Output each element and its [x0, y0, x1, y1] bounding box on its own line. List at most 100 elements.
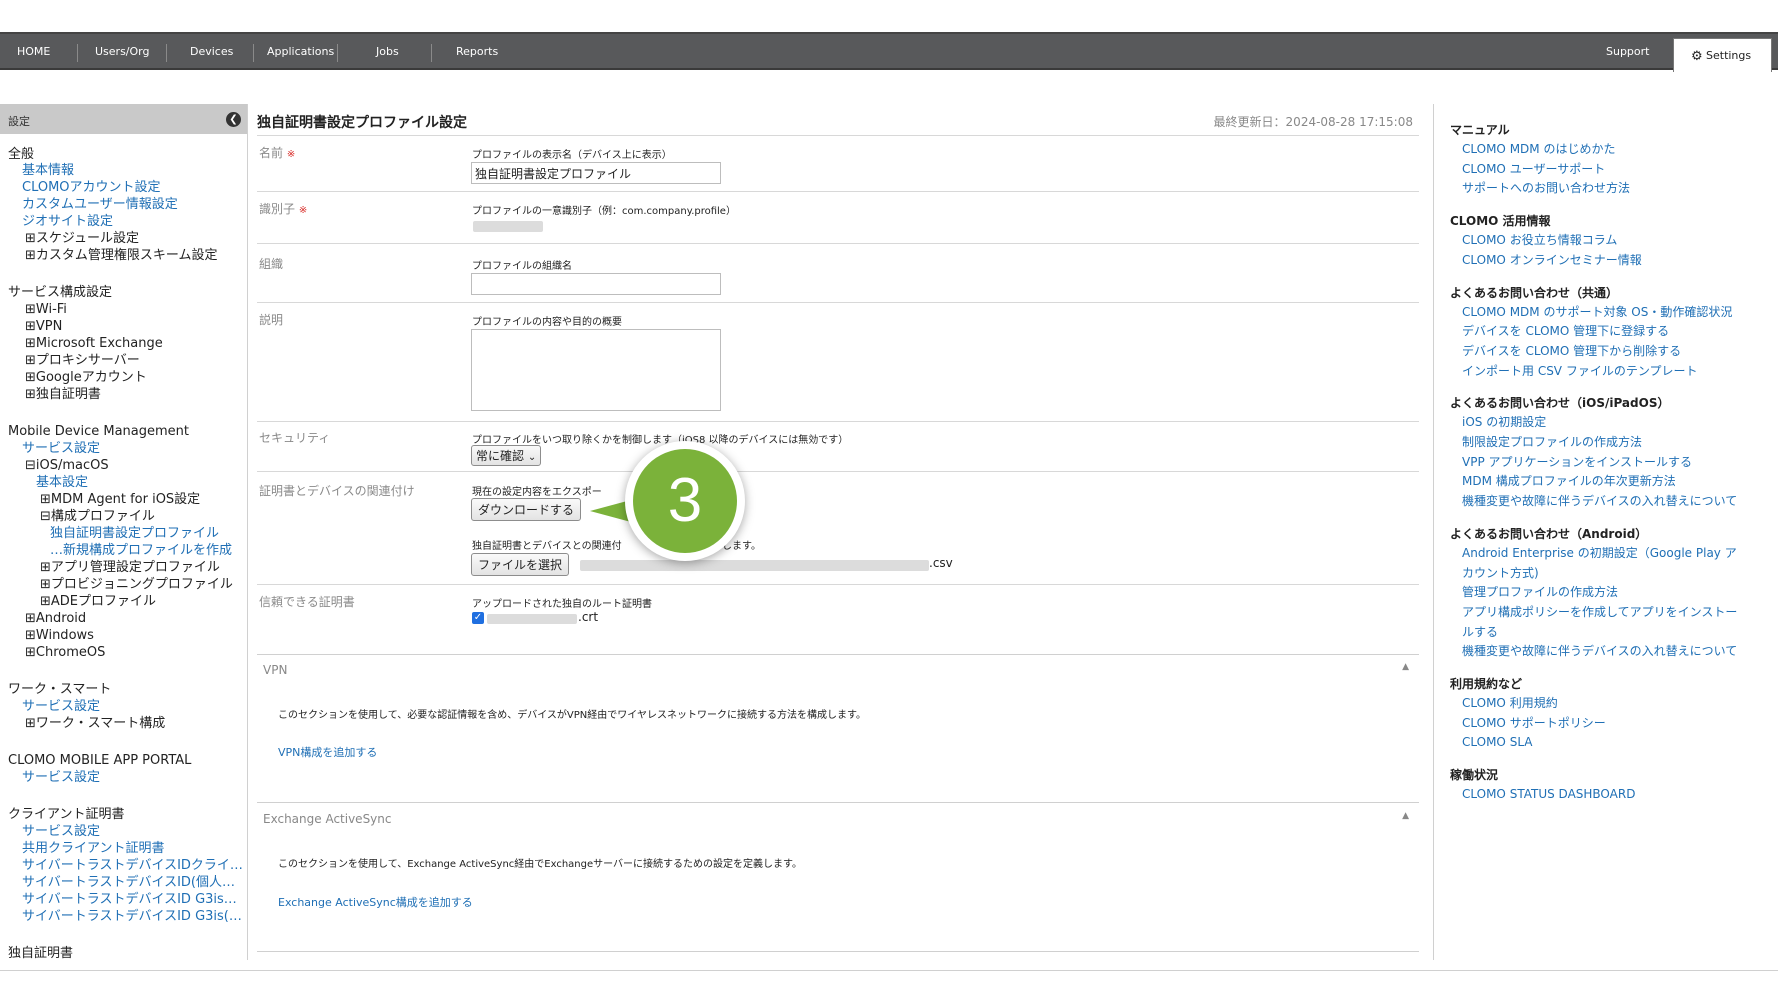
help-link[interactable]: CLOMO MDM のサポート対象 OS・動作確認状況: [1462, 304, 1732, 321]
nav-jobs[interactable]: Jobs: [376, 45, 399, 58]
sidebar-item[interactable]: ⊞VPN: [25, 319, 62, 335]
gear-icon: ⚙: [1691, 49, 1703, 64]
name-description: プロファイルの表示名（デバイス上に表示）: [472, 150, 672, 161]
nav-devices[interactable]: Devices: [190, 45, 233, 58]
sidebar-item[interactable]: ⊞スケジュール設定: [25, 231, 139, 247]
sidebar-item[interactable]: サービス設定: [22, 441, 100, 457]
sidebar-item[interactable]: 共用クライアント証明書: [22, 841, 164, 857]
sidebar-item[interactable]: サイバートラストデバイスID G3is…: [22, 892, 237, 908]
page-title: 独自証明書設定プロファイル設定: [257, 115, 467, 131]
help-link[interactable]: MDM 構成プロファイルの年次更新方法: [1462, 473, 1676, 490]
sidebar-item[interactable]: ⊞独自証明書: [25, 387, 101, 403]
sidebar-item[interactable]: ⊞ADEプロファイル: [40, 594, 156, 610]
help-link[interactable]: CLOMO オンラインセミナー情報: [1462, 252, 1642, 269]
description-description: プロファイルの内容や目的の概要: [472, 317, 622, 328]
vpn-section: VPN ▲ このセクションを使用して、必要な認証情報を含め、デバイスがVPN経由…: [257, 654, 1419, 802]
trusted-cert-checkbox[interactable]: ✓: [472, 612, 484, 624]
collapse-sidebar-icon[interactable]: ❮: [226, 112, 241, 127]
help-link[interactable]: 管理プロファイルの作成方法: [1462, 584, 1618, 601]
security-removal-select[interactable]: 常に確認 ⌄: [471, 445, 542, 466]
sidebar-item[interactable]: サイバートラストデバイスID(個人…: [22, 875, 235, 891]
nav-settings-tab[interactable]: ⚙ Settings: [1673, 38, 1772, 72]
sidebar-item[interactable]: ⊞MDM Agent for iOS設定: [40, 492, 200, 508]
nav-separator: [166, 44, 167, 62]
sidebar-item[interactable]: ⊞ChromeOS: [25, 645, 105, 661]
add-vpn-link[interactable]: VPN構成を追加する: [278, 744, 377, 760]
add-eas-link[interactable]: Exchange ActiveSync構成を追加する: [278, 894, 473, 910]
help-link[interactable]: アプリ構成ポリシーを作成してアプリをインストー: [1462, 604, 1737, 621]
help-link[interactable]: 機種変更や故障に伴うデバイスの入れ替えについて: [1462, 643, 1737, 660]
help-link[interactable]: Android Enterprise の初期設定（Google Play ア: [1462, 545, 1737, 562]
help-group-heading: よくあるお問い合わせ（Android）: [1450, 526, 1648, 541]
help-link[interactable]: サポートへのお問い合わせ方法: [1462, 180, 1630, 197]
sidebar-item[interactable]: 基本情報: [22, 163, 74, 179]
help-link[interactable]: デバイスを CLOMO 管理下から削除する: [1462, 343, 1681, 360]
description-textarea[interactable]: [471, 329, 721, 411]
sidebar-item[interactable]: サービス設定: [22, 824, 100, 840]
sidebar-item[interactable]: ⊞アプリ管理設定プロファイル: [40, 560, 220, 576]
help-link[interactable]: CLOMO 利用規約: [1462, 695, 1558, 712]
sidebar-item[interactable]: ⊞Microsoft Exchange: [25, 336, 163, 352]
nav-home[interactable]: HOME: [17, 45, 50, 58]
sidebar-item[interactable]: …新規構成プロファイルを作成: [50, 543, 232, 559]
organization-input[interactable]: [471, 273, 721, 295]
sidebar-item[interactable]: サービス設定: [22, 699, 100, 715]
help-link[interactable]: 機種変更や故障に伴うデバイスの入れ替えについて: [1462, 493, 1737, 510]
sidebar-item[interactable]: ジオサイト設定: [22, 214, 113, 230]
help-group-heading: マニュアル: [1450, 123, 1510, 137]
eas-section-title[interactable]: Exchange ActiveSync: [263, 812, 392, 826]
help-link[interactable]: CLOMO お役立ち情報コラム: [1462, 232, 1617, 249]
sidebar-item[interactable]: ⊟構成プロファイル: [40, 509, 155, 525]
help-link[interactable]: カウント方式): [1462, 565, 1539, 582]
sidebar-item[interactable]: ⊞Googleアカウント: [25, 370, 147, 386]
nav-support[interactable]: Support: [1606, 45, 1649, 58]
sidebar-item[interactable]: ⊟iOS/macOS: [25, 458, 109, 474]
help-link[interactable]: iOS の初期設定: [1462, 414, 1546, 431]
help-group-heading: 稼働状況: [1450, 768, 1499, 783]
sidebar-item[interactable]: ⊞Android: [25, 611, 86, 627]
name-input[interactable]: [471, 162, 721, 184]
last-updated: 最終更新日：2024-08-28 17:15:08: [1213, 115, 1413, 129]
help-link[interactable]: デバイスを CLOMO 管理下に登録する: [1462, 323, 1669, 340]
sidebar-section-heading: CLOMO MOBILE APP PORTAL: [8, 753, 192, 768]
help-link[interactable]: CLOMO STATUS DASHBOARD: [1462, 786, 1635, 803]
sidebar-item[interactable]: カスタムユーザー情報設定: [22, 197, 178, 213]
collapse-triangle-icon[interactable]: ▲: [1402, 811, 1409, 821]
field-label-cert-association: 証明書とデバイスの関連付け: [259, 484, 415, 498]
collapse-triangle-icon[interactable]: ▲: [1402, 662, 1409, 672]
help-link[interactable]: CLOMO SLA: [1462, 734, 1532, 751]
sidebar-item[interactable]: ⊞Windows: [25, 628, 94, 644]
sidebar-item[interactable]: CLOMOアカウント設定: [22, 180, 161, 196]
sidebar-item[interactable]: ⊞カスタム管理権限スキーム設定: [25, 248, 218, 264]
sidebar-header-label: 設定: [8, 115, 30, 128]
sidebar-item[interactable]: ⊞ワーク・スマート構成: [25, 716, 165, 732]
help-link[interactable]: CLOMO サポートポリシー: [1462, 715, 1606, 732]
sidebar-item[interactable]: サイバートラストデバイスIDクライ…: [22, 858, 243, 874]
help-link[interactable]: CLOMO MDM のはじめかた: [1462, 141, 1615, 158]
help-link[interactable]: VPP アプリケーションをインストールする: [1462, 454, 1692, 471]
sidebar-item[interactable]: 基本設定: [36, 475, 88, 491]
sidebar-item[interactable]: サイバートラストデバイスID G3is(…: [22, 909, 242, 925]
row-divider: [257, 421, 1419, 422]
nav-users-org[interactable]: Users/Org: [95, 45, 149, 58]
choose-file-button[interactable]: ファイルを選択: [471, 553, 570, 576]
nav-separator: [77, 44, 78, 62]
nav-reports[interactable]: Reports: [456, 45, 498, 58]
sidebar-item[interactable]: 独自証明書設定プロファイル: [50, 526, 219, 542]
sidebar-item[interactable]: サービス設定: [22, 770, 100, 786]
help-group-heading: CLOMO 活用情報: [1450, 214, 1551, 229]
sidebar-item[interactable]: ⊞プロキシサーバー: [25, 353, 140, 369]
sidebar-item[interactable]: ⊞プロビジョニングプロファイル: [40, 577, 233, 593]
row-divider: [257, 471, 1419, 472]
sidebar-item[interactable]: ⊞Wi-Fi: [25, 302, 67, 318]
exchange-activesync-section: Exchange ActiveSync ▲ このセクションを使用して、Excha…: [257, 802, 1419, 952]
help-link[interactable]: インポート用 CSV ファイルのテンプレート: [1462, 363, 1697, 380]
download-button[interactable]: ダウンロードする: [471, 498, 582, 521]
sidebar-section-heading: 独自証明書: [8, 946, 74, 960]
sidebar-header: 設定 ❮: [0, 104, 247, 134]
help-link[interactable]: CLOMO ユーザーサポート: [1462, 161, 1605, 178]
help-link[interactable]: ルする: [1462, 624, 1498, 641]
nav-applications[interactable]: Applications: [267, 45, 334, 58]
help-link[interactable]: 制限設定プロファイルの作成方法: [1462, 434, 1642, 451]
vpn-section-title[interactable]: VPN: [263, 663, 287, 677]
